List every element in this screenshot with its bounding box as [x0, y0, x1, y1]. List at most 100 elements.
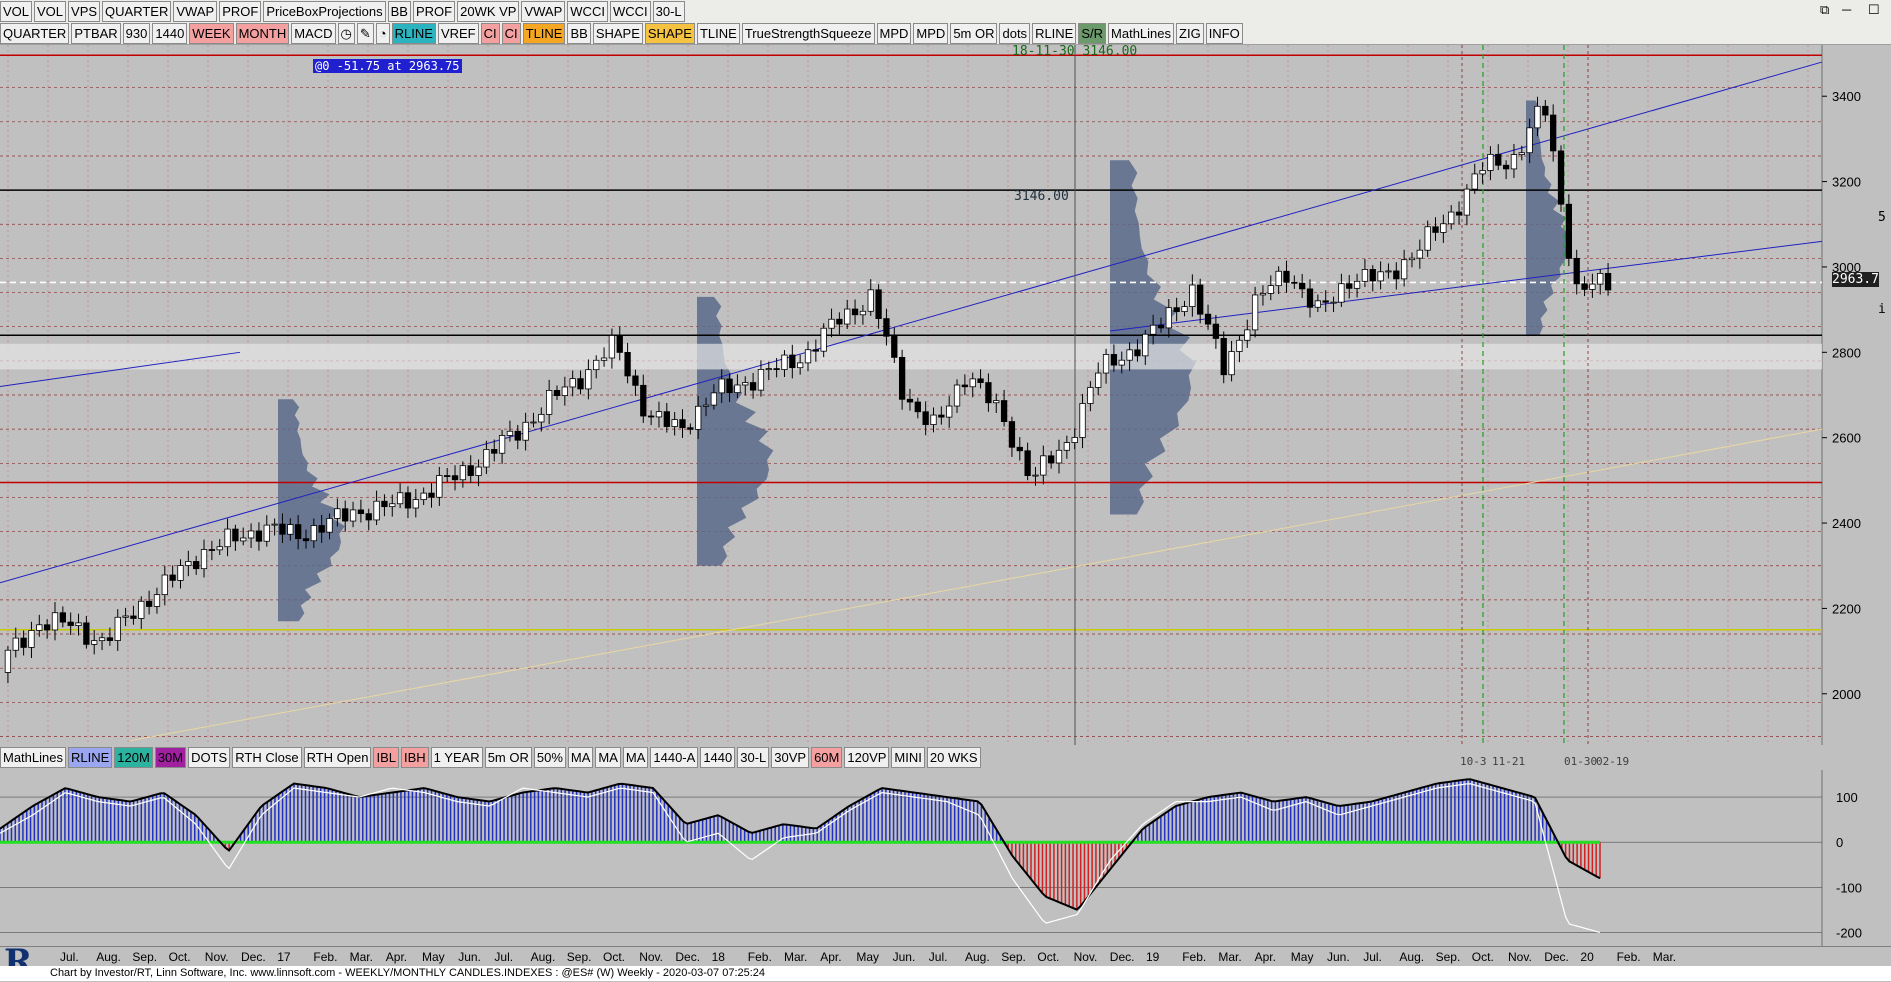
toolbar-button-tline[interactable]: TLINE — [522, 22, 566, 44]
candle-body — [216, 546, 223, 551]
toolbar-button-dots[interactable]: DOTS — [188, 746, 231, 768]
candle-body — [177, 565, 184, 581]
toolbar-button-5m-or[interactable]: 5m OR — [484, 746, 532, 768]
candle-body — [1024, 450, 1031, 477]
drop-icon[interactable]: ◔ — [375, 22, 390, 44]
toolbar-button-ma[interactable]: MA — [567, 746, 594, 768]
toolbar-button-mathlines[interactable]: MathLines — [1108, 22, 1175, 44]
candle-body — [1267, 285, 1274, 294]
toolbar-button-30vp[interactable]: 30VP — [771, 746, 810, 768]
toolbar-button-bb[interactable]: BB — [387, 0, 411, 22]
clock-icon[interactable]: ◷ — [337, 22, 355, 44]
toolbar-button-vps[interactable]: VPS — [68, 0, 101, 22]
toolbar-button-50[interactable]: 50% — [533, 746, 566, 768]
date-price-label: 18-11-30 3146.00 — [1012, 44, 1138, 59]
value-band — [0, 343, 1822, 370]
toolbar-button-vol[interactable]: VOL — [34, 0, 67, 22]
toolbar-button-vref[interactable]: VREF — [437, 22, 479, 44]
candle-body — [428, 492, 435, 498]
candle-body — [1416, 249, 1423, 259]
toolbar-button-30-l[interactable]: 30-L — [737, 746, 770, 768]
toolbar-button-ibl[interactable]: IBL — [373, 746, 399, 768]
toolbar-button-week[interactable]: WEEK — [189, 22, 234, 44]
toolbar-button-wcci[interactable]: WCCI — [609, 0, 651, 22]
toolbar-button-vol[interactable]: VOL — [0, 0, 33, 22]
candle-body — [342, 508, 349, 522]
toolbar-button-1440[interactable]: 1440 — [700, 746, 736, 768]
maximize-window-icon[interactable]: ☐ — [1868, 2, 1880, 18]
toolbar-button-wcci[interactable]: WCCI — [567, 0, 608, 22]
cursor-info-label: @0 -51.75 at 2963.75 — [313, 59, 462, 73]
price-chart[interactable]: 20002200240026002800300032003400 — [0, 45, 1891, 745]
oscillator-tick-label: 0 — [1836, 835, 1843, 850]
candle-body — [98, 637, 106, 642]
pencil-icon[interactable]: ✎ — [356, 22, 374, 44]
toolbar-button-30m[interactable]: 30M — [154, 746, 187, 768]
toolbar-button-rline[interactable]: RLINE — [67, 746, 113, 768]
toolbar-button-rline[interactable]: RLINE — [391, 22, 436, 44]
restore-window-icon[interactable]: ⧉ — [1820, 2, 1829, 18]
toolbar-button-120m[interactable]: 120M — [114, 746, 153, 768]
toolbar-button-priceboxprojections[interactable]: PriceBoxProjections — [263, 0, 386, 22]
toolbar-button-info[interactable]: INFO — [1205, 22, 1243, 44]
toolbar-button-tline[interactable]: TLINE — [696, 22, 740, 44]
candle-body — [1424, 226, 1431, 251]
toolbar-button-ci[interactable]: CI — [480, 22, 500, 44]
toolbar-button-5m-or[interactable]: 5m OR — [950, 22, 998, 44]
candle-body — [83, 622, 90, 645]
candle-body — [240, 537, 247, 542]
toolbar-button-20wk-vp[interactable]: 20WK VP — [457, 0, 520, 22]
toolbar-button-shape[interactable]: SHAPE — [592, 22, 643, 44]
toolbar-button-mpd[interactable]: MPD — [876, 22, 912, 44]
toolbar-button-shape[interactable]: SHAPE — [644, 22, 695, 44]
x-tick-label: May — [1290, 950, 1314, 964]
candle-body — [1432, 226, 1439, 233]
toolbar-button-prof[interactable]: PROF — [219, 0, 262, 22]
candle-body — [1463, 188, 1471, 216]
candle-body — [444, 475, 451, 477]
toolbar-button-rth-close[interactable]: RTH Close — [232, 746, 302, 768]
toolbar-button-s-r[interactable]: S/R — [1078, 22, 1107, 44]
candle-body — [530, 421, 537, 424]
toolbar-button-prof[interactable]: PROF — [412, 0, 456, 22]
toolbar-button-mathlines[interactable]: MathLines — [0, 746, 66, 768]
oscillator-panel[interactable]: -200 -100 0 100 — [0, 770, 1891, 946]
toolbar-button-120vp[interactable]: 120VP — [844, 746, 890, 768]
toolbar-button-ma[interactable]: MA — [622, 746, 649, 768]
toolbar-button-zig[interactable]: ZIG — [1176, 22, 1204, 44]
candle-body — [812, 349, 819, 352]
x-tick-label: Mar. — [784, 950, 808, 964]
toolbar-button-rth-open[interactable]: RTH Open — [303, 746, 372, 768]
candle-body — [130, 615, 137, 619]
toolbar-button-truestrengthsqueeze[interactable]: TrueStrengthSqueeze — [741, 22, 875, 44]
candle-body — [1369, 269, 1376, 282]
toolbar-button-quarter[interactable]: QUARTER — [0, 22, 70, 44]
candle-body — [655, 411, 663, 418]
toolbar-button-ibh[interactable]: IBH — [401, 746, 429, 768]
toolbar-button-vwap[interactable]: VWAP — [173, 0, 218, 22]
toolbar-button-dots[interactable]: dots — [999, 22, 1031, 44]
toolbar-button-ma[interactable]: MA — [595, 746, 621, 768]
toolbar-button-1440[interactable]: 1440 — [152, 22, 188, 44]
x-tick-label: Mar. — [1218, 950, 1242, 964]
toolbar-button-mini[interactable]: MINI — [891, 746, 925, 768]
toolbar-button-930[interactable]: 930 — [122, 22, 151, 44]
toolbar-button-quarter[interactable]: QUARTER — [102, 0, 172, 22]
minimize-window-icon[interactable]: ─ — [1842, 2, 1851, 17]
toolbar-button-mpd[interactable]: MPD — [913, 22, 949, 44]
toolbar-button-macd[interactable]: MACD — [291, 22, 336, 44]
candle-body — [43, 624, 51, 631]
toolbar-button-bb[interactable]: BB — [567, 22, 591, 44]
toolbar-button-1440-a[interactable]: 1440-A — [650, 746, 699, 768]
toolbar-button-60m[interactable]: 60M — [811, 746, 843, 768]
toolbar-button-30-l[interactable]: 30-L — [652, 0, 685, 22]
toolbar-button-vwap[interactable]: VWAP — [521, 0, 566, 22]
toolbar-button-ptbar[interactable]: PTBAR — [71, 22, 121, 44]
candle-body — [1479, 170, 1486, 175]
candle-body — [546, 390, 553, 415]
toolbar-button-month[interactable]: MONTH — [235, 22, 290, 44]
toolbar-button-1-year[interactable]: 1 YEAR — [430, 746, 483, 768]
toolbar-button-rline[interactable]: RLINE — [1032, 22, 1077, 44]
toolbar-button-20-wks[interactable]: 20 WKS — [926, 746, 981, 768]
toolbar-button-ci[interactable]: CI — [501, 22, 521, 44]
